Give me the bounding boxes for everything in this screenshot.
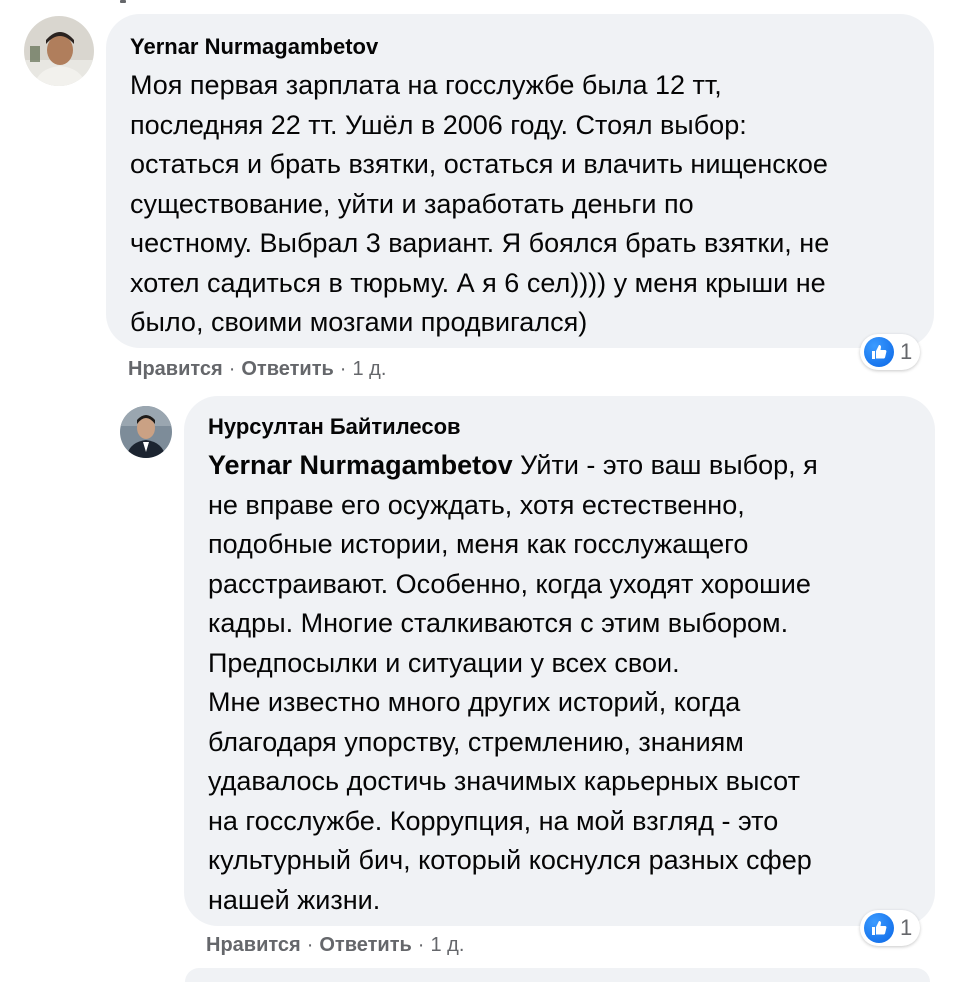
separator: · [339,358,347,380]
comment-text: Моя первая зарплата на госслужбе была 12… [130,70,830,337]
avatar[interactable] [120,406,172,458]
separator: · [228,358,236,380]
reaction-summary[interactable]: 1 [860,334,921,370]
comment-text: Yernar Nurmagambetov Уйти - это ваш выбо… [208,446,911,920]
reaction-count: 1 [900,339,913,364]
reply-link[interactable]: Ответить [241,358,333,381]
next-comment-bubble-edge [185,968,930,982]
reaction-summary[interactable]: 1 [860,910,921,946]
comment-bubble: Нурсултан Байтилесов Yernar Nurmagambeto… [184,396,935,926]
comment-body: Уйти - это ваш выбор, я не вправе его ос… [208,450,818,915]
like-icon [864,337,894,367]
separator: · [306,934,314,956]
comment-author[interactable]: Нурсултан Байтилесов [208,414,911,440]
comment-actions: Нравится · Ответить · 1 д. [128,358,386,381]
separator: · [417,934,425,956]
comment-actions: Нравится · Ответить · 1 д. [206,934,464,957]
like-icon [864,913,894,943]
like-link[interactable]: Нравится [128,358,223,381]
comment-bubble: Yernar Nurmagambetov Моя первая зарплата… [106,14,934,348]
timestamp-link[interactable]: 1 д. [352,358,386,381]
reaction-count: 1 [900,915,913,940]
mention-link[interactable]: Yernar Nurmagambetov [208,450,513,480]
timestamp-link[interactable]: 1 д. [430,934,464,957]
reply-link[interactable]: Ответить [319,934,411,957]
comment-author[interactable]: Yernar Nurmagambetov [130,34,910,60]
like-link[interactable]: Нравится [206,934,301,957]
avatar[interactable] [24,16,94,86]
previous-comment-remnant [120,0,160,4]
